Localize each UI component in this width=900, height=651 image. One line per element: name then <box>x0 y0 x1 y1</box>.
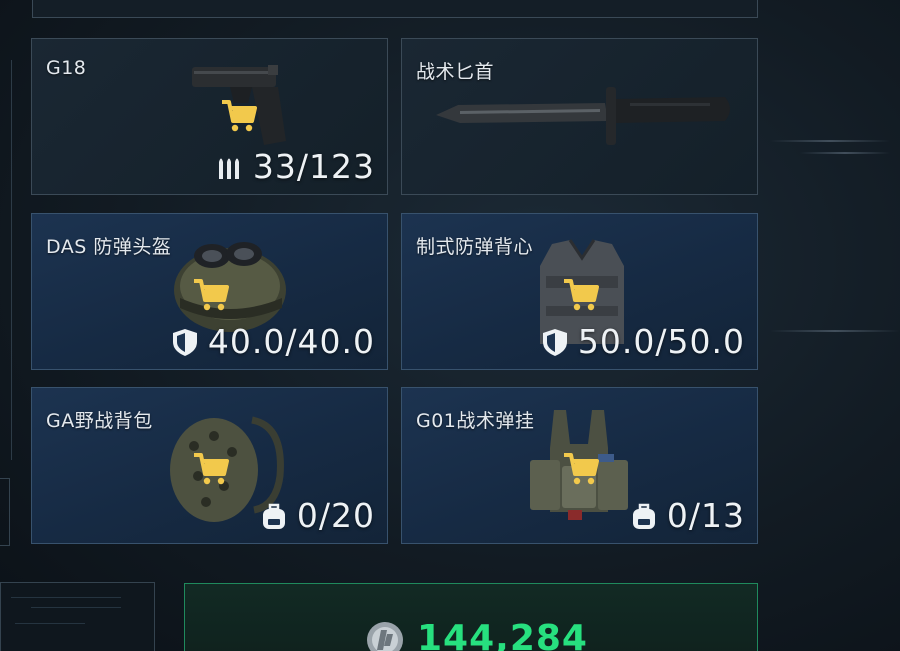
loadout-slot-helmet[interactable]: DAS 防弹头盔 40.0/40.0 <box>31 213 388 370</box>
loadout-slot-armor[interactable]: 制式防弹背心 50.0/50.0 <box>401 213 758 370</box>
knife-image <box>436 87 730 145</box>
shopping-cart-icon <box>564 279 599 311</box>
backpack-icon <box>262 503 285 529</box>
backpack-icon <box>632 503 655 529</box>
loadout-slot-chest-rig[interactable]: G01战术弹挂 0/13 <box>401 387 758 544</box>
ammo-value: 33/123 <box>252 147 375 186</box>
loadout-slot-pistol[interactable]: G18 33/123 <box>31 38 388 195</box>
currency-panel[interactable]: 144,284 <box>184 583 758 651</box>
loadout-slot-backpack[interactable]: GA野战背包 0/20 <box>31 387 388 544</box>
ammo-icon <box>218 158 239 179</box>
capacity-value: 0/13 <box>666 496 745 535</box>
durability-value: 50.0/50.0 <box>577 322 745 361</box>
currency-amount: 144,284 <box>417 618 588 651</box>
durability: 40.0/40.0 <box>170 322 375 361</box>
capacity-value: 0/20 <box>296 496 375 535</box>
shopping-cart-icon <box>222 100 257 132</box>
item-name: GA野战背包 <box>46 410 153 432</box>
shopping-cart-icon <box>194 279 229 311</box>
item-name: 制式防弹背心 <box>416 236 534 258</box>
durability: 50.0/50.0 <box>540 322 745 361</box>
item-name: G18 <box>46 57 87 79</box>
background-streak <box>800 152 890 154</box>
capacity: 0/20 <box>259 496 375 535</box>
bottom-left-panel <box>0 582 155 651</box>
left-small-panel <box>0 478 10 546</box>
loadout-slot-melee[interactable]: 战术匕首 <box>401 38 758 195</box>
shopping-cart-icon <box>564 453 599 485</box>
shield-icon <box>172 328 197 356</box>
background-streak <box>770 140 890 142</box>
item-name: DAS 防弹头盔 <box>46 236 172 258</box>
ammo-count: 33/123 <box>215 147 375 186</box>
capacity: 0/13 <box>629 496 745 535</box>
item-name: 战术匕首 <box>416 61 495 83</box>
background-streak <box>770 330 900 332</box>
durability-value: 40.0/40.0 <box>207 322 375 361</box>
shield-icon <box>542 328 567 356</box>
top-panel-edge <box>32 0 758 18</box>
left-panel-edge <box>0 60 12 460</box>
shopping-cart-icon <box>194 453 229 485</box>
coin-icon <box>367 622 403 651</box>
item-name: G01战术弹挂 <box>416 410 535 432</box>
